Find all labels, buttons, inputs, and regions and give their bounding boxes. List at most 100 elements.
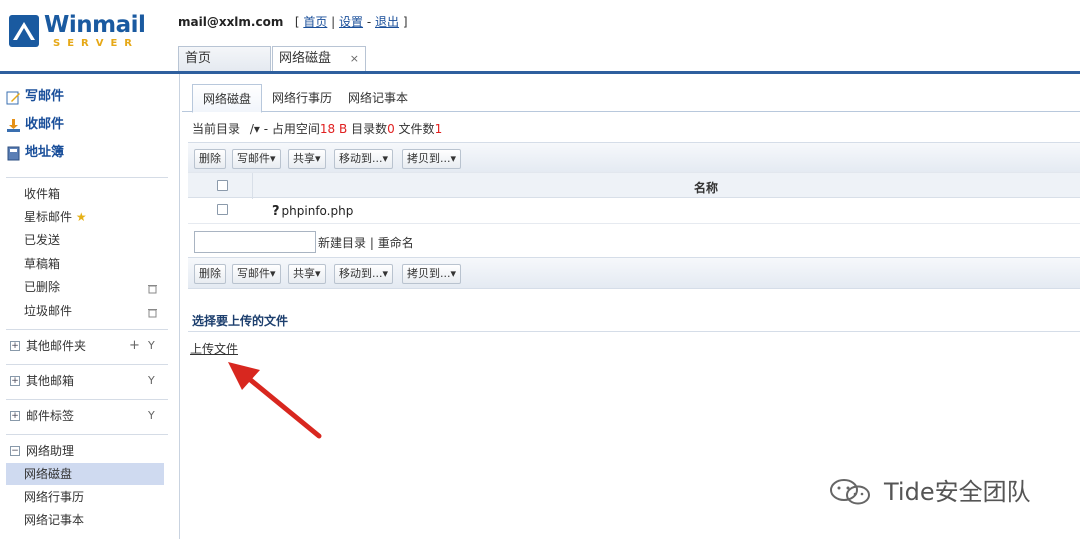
- dir-label: 目录数: [351, 122, 388, 136]
- file-table-header: 名称: [188, 172, 1080, 199]
- compose-label: 写邮件: [25, 89, 65, 104]
- table-row[interactable]: ? phpinfo.php: [188, 198, 1080, 224]
- trash-icon[interactable]: [148, 308, 157, 318]
- share-dropdown[interactable]: 共享▾: [288, 149, 326, 169]
- divider: [188, 331, 1080, 332]
- collapse-icon[interactable]: −: [10, 446, 20, 456]
- folder-sent[interactable]: 已发送: [24, 230, 60, 250]
- wechat-icon: [830, 479, 870, 505]
- compose-button[interactable]: 写邮件: [6, 86, 64, 108]
- folder-spam[interactable]: 垃圾邮件: [24, 301, 72, 321]
- tab-netdisk[interactable]: 网络磁盘 ×: [272, 46, 366, 72]
- tab-home[interactable]: 首页: [178, 46, 271, 72]
- path-info: 当前目录 /▾ - 占用空间18 B 目录数0 文件数1: [192, 120, 442, 137]
- expand-icon[interactable]: +: [10, 341, 20, 351]
- select-all-checkbox[interactable]: [217, 180, 228, 191]
- upload-title: 选择要上传的文件: [192, 314, 289, 328]
- rename-button[interactable]: 重命名: [378, 236, 414, 250]
- folder-starred[interactable]: 星标邮件 ★: [24, 207, 87, 227]
- path-dropdown[interactable]: /▾: [250, 122, 260, 136]
- tab-netdisk-inner[interactable]: 网络磁盘: [192, 84, 262, 113]
- upload-file-link[interactable]: 上传文件: [190, 340, 238, 357]
- watermark-text: Tide安全团队: [884, 478, 1031, 506]
- new-dir-input[interactable]: [194, 231, 316, 253]
- logo-sub: SERVER: [53, 38, 140, 49]
- group-mail-tags[interactable]: + 邮件标签: [10, 406, 74, 426]
- group-other-mailboxes-label: 其他邮箱: [26, 374, 75, 388]
- toolbar-bottom: 删除 写邮件▾ 共享▾ 移动到...▾ 拷贝到...▾: [188, 257, 1080, 289]
- main-content: 网络磁盘 网络行事历 网络记事本 当前目录 /▾ - 占用空间18 B 目录数0…: [182, 74, 1080, 539]
- addressbook-icon: [7, 146, 20, 161]
- tab-calendar[interactable]: 网络行事历: [264, 84, 340, 112]
- group-other-folders[interactable]: + 其他邮件夹: [10, 336, 86, 356]
- logo-mark-icon: [9, 15, 39, 47]
- receive-label: 收邮件: [25, 117, 65, 132]
- group-mail-tags-label: 邮件标签: [26, 409, 75, 423]
- app-root: Winmail SERVER mail@xxlm.com [ 首页 | 设置 -…: [0, 0, 1080, 539]
- filter-icon[interactable]: Y: [148, 409, 155, 422]
- group-other-mailboxes[interactable]: + 其他邮箱: [10, 371, 74, 391]
- filter-icon[interactable]: Y: [148, 339, 155, 352]
- winmail-logo: Winmail SERVER: [8, 10, 146, 52]
- file-name[interactable]: ? phpinfo.php: [272, 204, 353, 219]
- move-to-dropdown[interactable]: 移动到...▾: [334, 264, 394, 284]
- toolbar-top: 删除 写邮件▾ 共享▾ 移动到...▾ 拷贝到...▾: [188, 142, 1080, 174]
- column-name: 名称: [694, 181, 719, 195]
- sidebar-item-calendar[interactable]: 网络行事历: [6, 486, 164, 508]
- copy-to-dropdown[interactable]: 拷贝到...▾: [402, 264, 462, 284]
- annotation-arrow-icon: [228, 362, 322, 439]
- divider: [6, 399, 168, 400]
- file-count: 1: [434, 122, 443, 136]
- logo-word: Winmail: [44, 12, 146, 38]
- delete-button[interactable]: 删除: [194, 149, 226, 169]
- add-folder-icon[interactable]: +: [129, 338, 140, 353]
- folder-starred-label: 星标邮件: [24, 210, 73, 224]
- content-tabs: 网络磁盘 网络行事历 网络记事本: [182, 84, 1080, 113]
- folder-inbox[interactable]: 收件箱: [24, 184, 60, 204]
- divider: [6, 329, 168, 330]
- path-label: 当前目录: [192, 122, 241, 136]
- divider: [6, 434, 168, 435]
- new-dir-button[interactable]: 新建目录: [318, 236, 366, 250]
- compose-dropdown[interactable]: 写邮件▾: [232, 149, 281, 169]
- user-line: mail@xxlm.com [ 首页 | 设置 - 退出 ]: [178, 15, 408, 29]
- space-label: - 占用空间: [263, 122, 320, 136]
- expand-icon[interactable]: +: [10, 411, 20, 421]
- sidebar-item-notebook[interactable]: 网络记事本: [6, 509, 164, 531]
- logout-link[interactable]: 退出: [375, 15, 399, 29]
- receive-button[interactable]: 收邮件: [6, 114, 64, 136]
- divider: [6, 364, 168, 365]
- folder-deleted[interactable]: 已删除: [24, 277, 60, 297]
- trash-icon[interactable]: [148, 284, 157, 294]
- addressbook-button[interactable]: 地址簿: [6, 142, 64, 164]
- sidebar-item-netdisk[interactable]: 网络磁盘: [6, 463, 164, 485]
- group-other-folders-label: 其他邮件夹: [26, 339, 87, 353]
- settings-link[interactable]: 设置: [339, 15, 363, 29]
- close-tab-icon[interactable]: ×: [350, 47, 359, 71]
- compose-icon: [6, 91, 20, 105]
- group-net-assistant[interactable]: − 网络助理: [10, 441, 74, 461]
- file-label: 文件数: [398, 122, 435, 136]
- filter-icon[interactable]: Y: [148, 374, 155, 387]
- tab-notebook[interactable]: 网络记事本: [340, 84, 416, 112]
- space-value: 18 B: [319, 122, 348, 136]
- header: Winmail SERVER mail@xxlm.com [ 首页 | 设置 -…: [0, 0, 1080, 74]
- divider: [6, 177, 168, 178]
- unknown-file-icon: ?: [272, 204, 280, 219]
- compose-dropdown[interactable]: 写邮件▾: [232, 264, 281, 284]
- delete-button[interactable]: 删除: [194, 264, 226, 284]
- addressbook-label: 地址簿: [25, 145, 65, 160]
- user-email: mail@xxlm.com: [178, 15, 284, 29]
- tab-netdisk-label: 网络磁盘: [279, 51, 332, 66]
- copy-to-dropdown[interactable]: 拷贝到...▾: [402, 149, 462, 169]
- tab-home-label: 首页: [185, 51, 212, 66]
- folder-drafts[interactable]: 草稿箱: [24, 254, 60, 274]
- share-dropdown[interactable]: 共享▾: [288, 264, 326, 284]
- move-to-dropdown[interactable]: 移动到...▾: [334, 149, 394, 169]
- home-link[interactable]: 首页: [303, 15, 327, 29]
- star-icon: ★: [75, 210, 87, 224]
- group-net-assistant-label: 网络助理: [26, 444, 75, 458]
- row-checkbox[interactable]: [217, 204, 228, 215]
- dir-operations: 新建目录 | 重命名: [318, 236, 414, 250]
- expand-icon[interactable]: +: [10, 376, 20, 386]
